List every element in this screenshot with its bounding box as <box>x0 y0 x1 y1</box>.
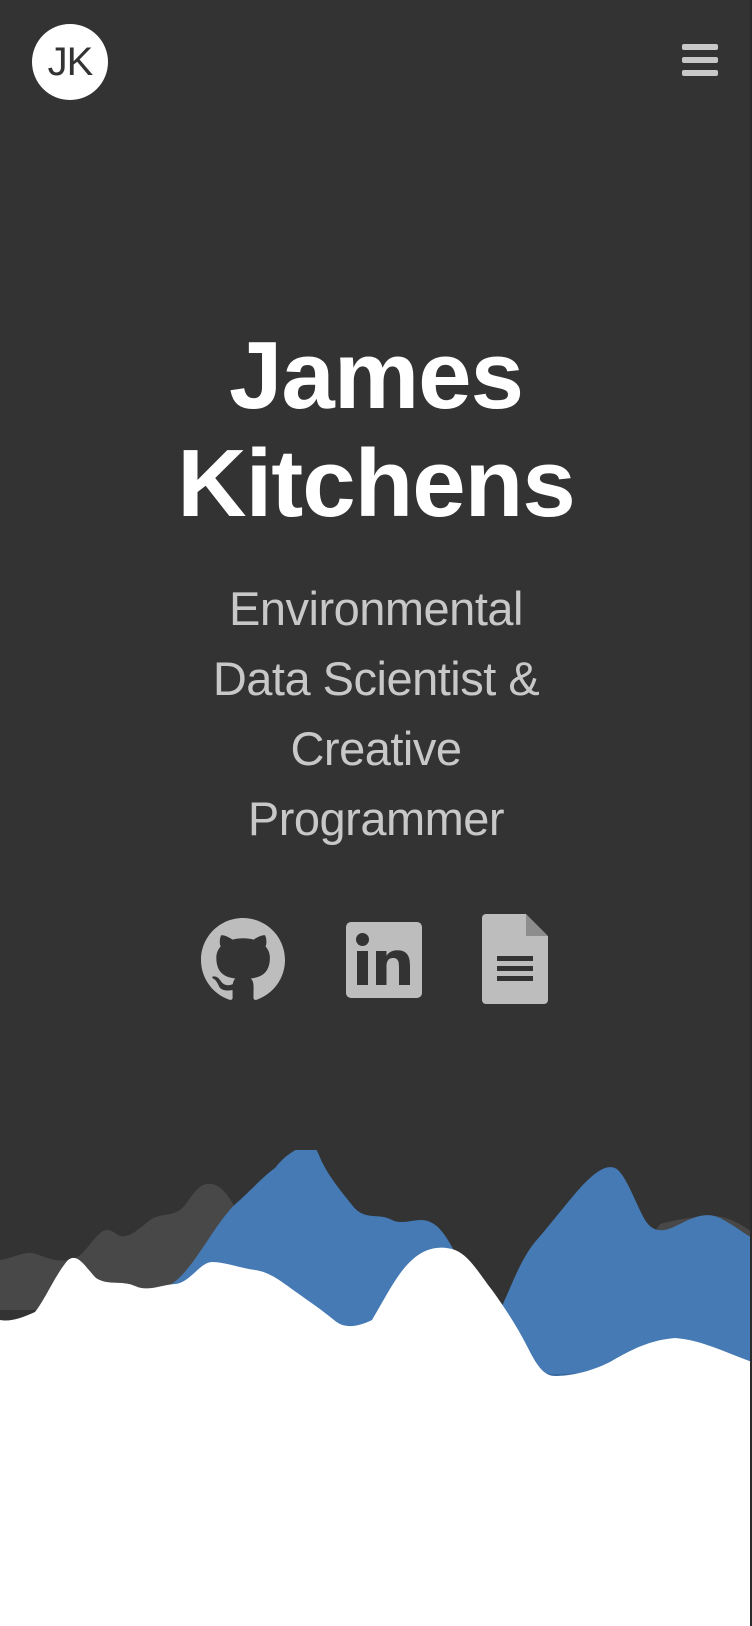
menu-bar-top <box>682 44 718 50</box>
github-icon <box>201 918 285 1000</box>
linkedin-icon <box>346 922 422 998</box>
github-link[interactable] <box>201 918 285 1002</box>
hero-tagline: Environmental Data Scientist & Creative … <box>212 582 540 845</box>
hero-name: James Kitchens <box>0 322 752 538</box>
hamburger-menu-icon[interactable] <box>680 42 720 78</box>
hero-name-first: James <box>229 322 524 429</box>
linkedin-link[interactable] <box>346 922 422 998</box>
document-icon <box>482 914 548 1004</box>
page: JK James Kitchens Environmental Data Sci… <box>0 0 752 1626</box>
menu-bar-middle <box>682 57 718 63</box>
ridgeline-landscape <box>0 1150 752 1626</box>
social-links <box>0 912 752 1004</box>
cv-document-link[interactable] <box>482 914 548 1004</box>
menu-bar-bottom <box>682 70 718 76</box>
hero-name-last: Kitchens <box>177 430 575 537</box>
logo-avatar[interactable]: JK <box>32 24 108 100</box>
